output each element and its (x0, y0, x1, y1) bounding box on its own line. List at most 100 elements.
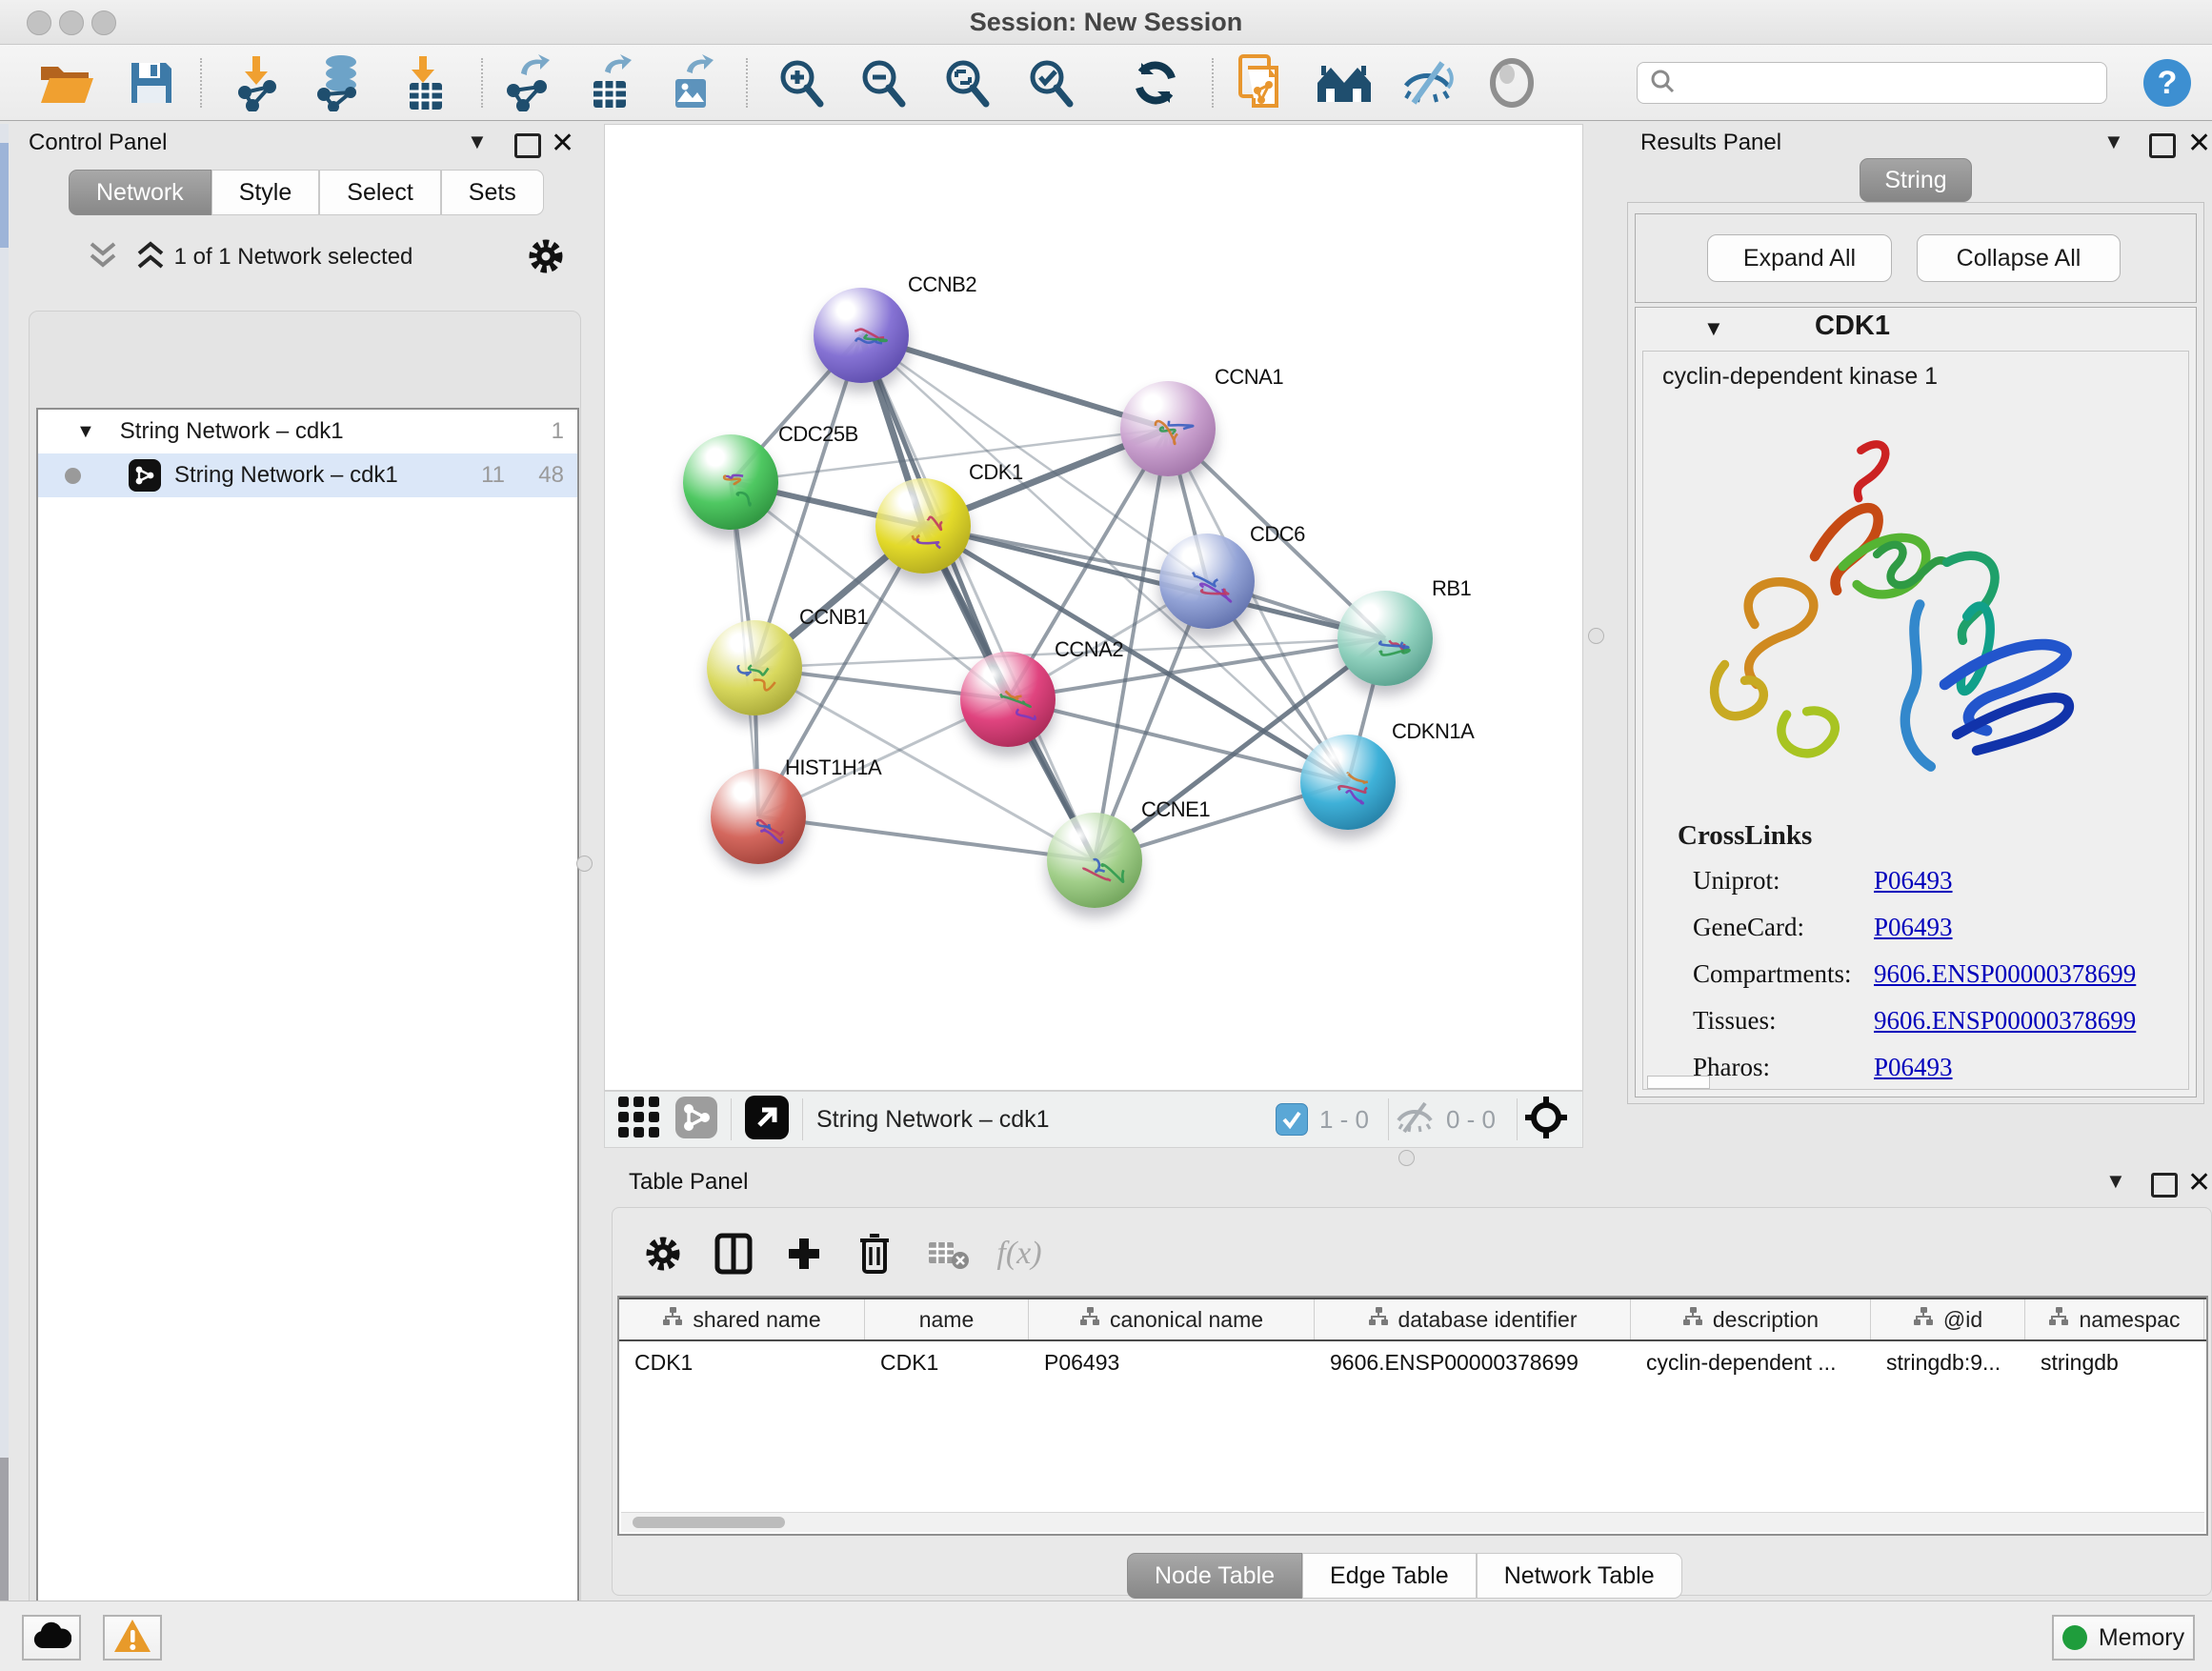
table-panel-collapse-icon[interactable]: ▼ (2105, 1169, 2126, 1194)
crosslink-link[interactable]: 9606.ENSP00000378699 (1874, 959, 2136, 989)
fit-selected-crosshair-icon[interactable] (1523, 1095, 1569, 1145)
collapse-all-button[interactable]: Collapse All (1917, 234, 2121, 282)
column-header-description[interactable]: description (1631, 1299, 1871, 1339)
current-network-name: String Network – cdk1 (816, 1106, 1050, 1134)
zoom-fit-icon[interactable] (937, 53, 996, 112)
open-session-icon[interactable] (36, 53, 95, 112)
crosslink-label: GeneCard: (1693, 913, 1874, 942)
network-node-ccnb2[interactable] (814, 288, 909, 383)
help-icon[interactable]: ? (2138, 53, 2197, 112)
table-panel-close-icon[interactable]: ✕ (2187, 1169, 2211, 1198)
save-session-icon[interactable] (122, 53, 181, 112)
zoom-selected-icon[interactable] (1021, 53, 1080, 112)
right-splitter-handle[interactable] (1588, 628, 1604, 644)
network-node-cdk1[interactable] (875, 478, 971, 574)
hidden-items-icon[interactable] (1395, 1101, 1435, 1138)
genemania-homes-icon[interactable] (1315, 53, 1374, 112)
table-hscrollbar[interactable] (621, 1512, 2204, 1532)
tab-network-table[interactable]: Network Table (1477, 1553, 1682, 1599)
birdseye-toggle-icon[interactable] (745, 1096, 789, 1144)
tab-string[interactable]: String (1860, 158, 1972, 202)
node-table[interactable]: shared namenamecanonical namedatabase id… (617, 1296, 2208, 1536)
network-node-ccne1[interactable] (1047, 813, 1142, 908)
crosslink-link[interactable]: 9606.ENSP00000378699 (1874, 1006, 2136, 1036)
zoom-out-icon[interactable] (854, 53, 913, 112)
collection-expand-icon[interactable]: ▼ (76, 421, 95, 443)
column-header-canonical-name[interactable]: canonical name (1029, 1299, 1315, 1339)
results-panel-collapse-icon[interactable]: ▼ (2103, 130, 2124, 154)
table-hscrollbar-thumb[interactable] (633, 1517, 785, 1528)
tab-network[interactable]: Network (69, 170, 211, 215)
network-node-hist1h1a[interactable] (711, 769, 806, 864)
control-panel-float-icon[interactable] (514, 133, 541, 158)
table-cell[interactable]: stringdb (2025, 1341, 2204, 1383)
zoom-in-icon[interactable] (772, 53, 831, 112)
results-panel-float-icon[interactable] (2149, 133, 2176, 158)
column-header-shared-name[interactable]: shared name (619, 1299, 865, 1339)
table-delete-icon[interactable] (848, 1227, 901, 1280)
protein-structure-image (1695, 433, 2095, 795)
table-cell[interactable]: 9606.ENSP00000378699 (1315, 1341, 1631, 1383)
network-node-ccnb1[interactable] (707, 620, 802, 715)
column-header-database-identifier[interactable]: database identifier (1315, 1299, 1631, 1339)
tab-style[interactable]: Style (211, 170, 320, 215)
crosslink-link[interactable]: P06493 (1874, 1053, 1953, 1082)
network-node-cdc25b[interactable] (683, 434, 778, 530)
export-table-icon[interactable] (579, 53, 638, 112)
crosslink-link[interactable]: P06493 (1874, 913, 1953, 942)
table-panel-float-icon[interactable] (2151, 1173, 2178, 1198)
tab-select[interactable]: Select (319, 170, 440, 215)
column-header-name[interactable]: name (865, 1299, 1029, 1339)
tab-sets[interactable]: Sets (441, 170, 544, 215)
network-canvas[interactable]: CCNB2CCNA1CDC25BCDK1CDC6RB1CCNB1CCNA2CDK… (604, 124, 1583, 1091)
import-network-icon[interactable] (229, 53, 288, 112)
expand-all-button[interactable]: Expand All (1707, 234, 1892, 282)
selected-items-checkbox[interactable] (1276, 1103, 1308, 1136)
crosslink-row: Pharos:P06493 (1693, 1053, 2169, 1082)
network-node-ccna2[interactable] (960, 652, 1056, 747)
network-node-ccna1[interactable] (1120, 381, 1216, 476)
import-table-icon[interactable] (395, 53, 454, 112)
export-image-icon[interactable] (661, 53, 720, 112)
left-splitter-handle[interactable] (576, 856, 593, 872)
cloud-status-button[interactable] (22, 1615, 81, 1661)
search-icon (1649, 68, 1676, 99)
network-node-cdc6[interactable] (1159, 534, 1255, 629)
table-cell[interactable]: CDK1 (619, 1341, 865, 1383)
gene-symbol: CDK1 (1815, 311, 1890, 342)
table-cell[interactable]: stringdb:9... (1871, 1341, 2025, 1383)
table-cell[interactable]: P06493 (1029, 1341, 1315, 1383)
column-header-@id[interactable]: @id (1871, 1299, 2025, 1339)
refresh-icon[interactable] (1126, 53, 1185, 112)
control-panel-close-icon[interactable]: ✕ (551, 130, 574, 158)
control-panel-collapse-icon[interactable]: ▼ (467, 130, 488, 154)
hide-unhide-icon[interactable] (1398, 53, 1458, 112)
grid-view-icon[interactable] (618, 1097, 660, 1143)
column-header-namespac[interactable]: namespac (2025, 1299, 2204, 1339)
share-view-icon[interactable] (675, 1097, 717, 1143)
table-row[interactable]: CDK1CDK1P064939606.ENSP00000378699cyclin… (619, 1341, 2206, 1383)
crosslink-link[interactable]: P06493 (1874, 866, 1953, 896)
network-edge[interactable] (861, 335, 1095, 860)
network-row-selected[interactable]: String Network – cdk1 11 48 (38, 453, 577, 497)
gene-section-collapse-icon[interactable]: ▼ (1703, 316, 1724, 341)
network-node-cdkn1a[interactable] (1300, 735, 1396, 830)
network-edge[interactable] (758, 816, 1095, 860)
tab-node-table[interactable]: Node Table (1127, 1553, 1302, 1599)
results-panel-close-icon[interactable]: ✕ (2187, 130, 2211, 158)
table-cell[interactable]: cyclin-dependent ... (1631, 1341, 1871, 1383)
table-add-icon[interactable] (777, 1227, 831, 1280)
network-options-gear-icon[interactable] (526, 236, 566, 281)
table-gear-icon[interactable] (636, 1227, 690, 1280)
export-network-icon[interactable] (497, 53, 556, 112)
network-collection-row[interactable]: ▼ String Network – cdk1 1 (38, 410, 577, 453)
memory-button[interactable]: Memory (2052, 1615, 2195, 1661)
table-cell[interactable]: CDK1 (865, 1341, 1029, 1383)
import-database-icon[interactable] (310, 53, 369, 112)
tab-edge-table[interactable]: Edge Table (1302, 1553, 1477, 1599)
search-input[interactable] (1637, 62, 2107, 104)
clone-network-icon[interactable] (1231, 53, 1290, 112)
network-node-rb1[interactable] (1337, 591, 1433, 686)
table-columns-icon[interactable] (707, 1227, 760, 1280)
warnings-button[interactable] (103, 1615, 162, 1661)
